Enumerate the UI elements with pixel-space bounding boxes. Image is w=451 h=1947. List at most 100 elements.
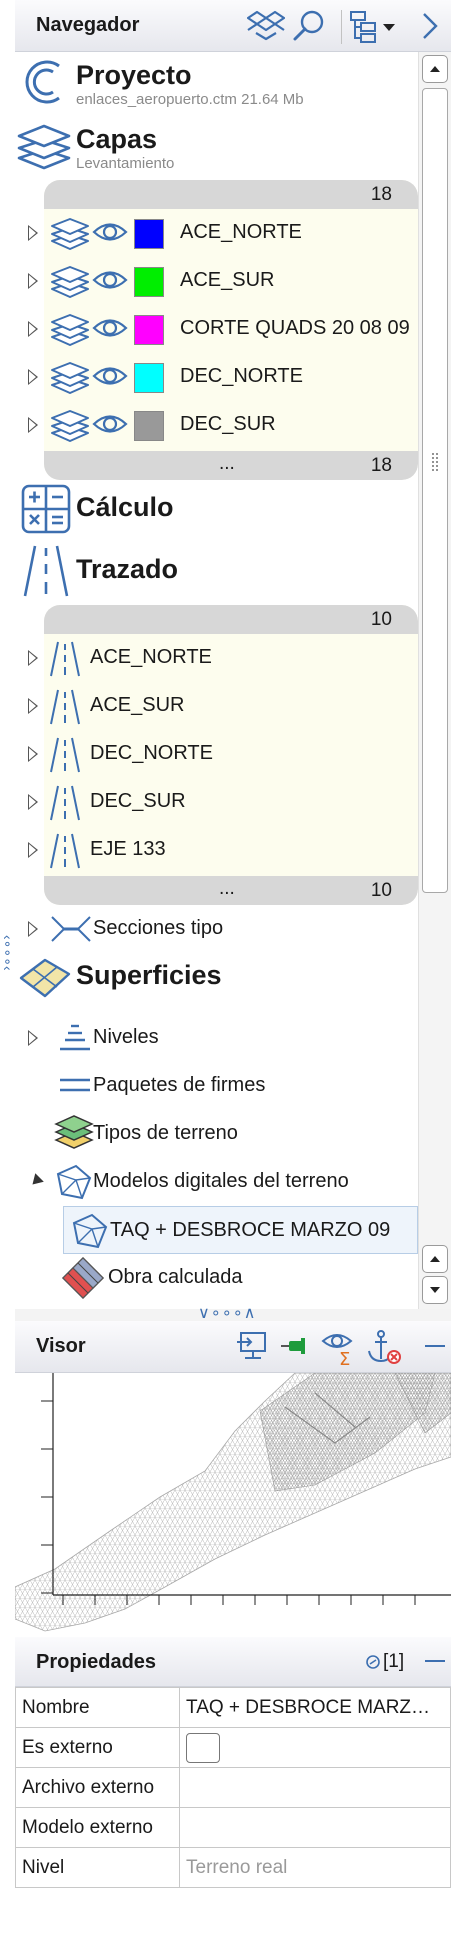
alignment-label: EJE 133 (90, 838, 166, 860)
eye-icon[interactable] (92, 267, 128, 298)
property-key: Es externo (15, 1727, 180, 1768)
anchor-icon[interactable] (365, 1329, 403, 1372)
eye-icon[interactable] (92, 363, 128, 394)
paquetes-firmes-node[interactable]: Paquetes de firmes (28, 1062, 418, 1110)
alignment-item[interactable]: DEC_SUR (28, 778, 418, 826)
dtm-icon (70, 1211, 110, 1256)
eye-icon[interactable] (92, 219, 128, 250)
trazado-count-top: 10 (370, 609, 392, 630)
road-icon (48, 640, 82, 683)
visibility-sum-icon[interactable]: Σ (321, 1329, 357, 1372)
is-external-checkbox[interactable] (186, 1732, 220, 1763)
modelos-terreno-node[interactable]: Modelos digitales del terreno (28, 1158, 418, 1206)
expand-icon[interactable] (28, 225, 38, 241)
layer-color-swatch[interactable] (134, 267, 164, 297)
layers-count-bar-bottom[interactable]: ... 18 (44, 451, 418, 480)
alignment-item[interactable]: ACE_SUR (28, 682, 418, 730)
expand-icon[interactable] (28, 842, 38, 858)
name-field[interactable]: TAQ + DESBROCE MARZO 09 (179, 1687, 451, 1728)
expand-icon[interactable] (28, 1030, 38, 1046)
tree-view-dropdown-icon[interactable] (349, 8, 405, 49)
splitter-handle-icon[interactable]: ∨∘∘∘∧ (198, 1303, 256, 1323)
computed-work-icon (61, 1256, 105, 1305)
expand-icon[interactable] (28, 321, 38, 337)
alignment-item[interactable]: ACE_NORTE (28, 634, 418, 682)
secciones-tipo-node[interactable]: Secciones tipo (28, 905, 418, 953)
pin-icon[interactable] (279, 1335, 313, 1364)
collapse-icon[interactable] (28, 1173, 44, 1189)
expand-icon[interactable] (28, 650, 38, 666)
level-field[interactable]: Terreno real (179, 1847, 451, 1888)
eye-icon[interactable] (92, 411, 128, 442)
header-separator (341, 10, 342, 44)
expand-icon[interactable] (28, 417, 38, 433)
external-model-field[interactable] (179, 1807, 451, 1848)
calculo-node[interactable]: Cálculo (15, 480, 418, 538)
properties-header: Propiedades [1] (15, 1637, 451, 1687)
tipos-terreno-node[interactable]: Tipos de terreno (28, 1110, 418, 1158)
layer-color-swatch[interactable] (134, 315, 164, 345)
layers-count-top: 18 (370, 184, 392, 205)
cross-section-icon (50, 913, 92, 950)
dropbox-icon[interactable] (246, 8, 286, 49)
minimize-icon[interactable] (425, 1345, 445, 1347)
dtm-item-selected[interactable]: TAQ + DESBROCE MARZO 09 (63, 1206, 418, 1254)
dtm-item-label: TAQ + DESBROCE MARZO 09 (110, 1219, 391, 1241)
project-node[interactable]: Proyecto enlaces_aeropuerto.ctm 21.64 Mb (15, 52, 418, 110)
expand-icon[interactable] (28, 746, 38, 762)
layer-stack-icon (50, 215, 90, 258)
superficies-node[interactable]: Superficies (15, 950, 418, 1008)
terrain-mesh-view[interactable] (15, 1373, 451, 1637)
collapse-left-handle[interactable]: ‹∘∘∘‹ (0, 935, 16, 971)
superficies-title: Superficies (76, 960, 222, 990)
chevron-right-icon[interactable] (418, 8, 442, 49)
secciones-tipo-label: Secciones tipo (93, 917, 224, 939)
property-key: Nombre (15, 1687, 180, 1728)
expand-icon[interactable] (28, 369, 38, 385)
trazado-node[interactable]: Trazado (15, 542, 418, 602)
expand-icon[interactable] (28, 698, 38, 714)
properties-grid: Nombre TAQ + DESBROCE MARZO 09 Es extern… (15, 1687, 451, 1888)
alignment-item[interactable]: EJE 133 (28, 826, 418, 874)
layers-more[interactable]: ... (219, 453, 235, 475)
scroll-up-button[interactable] (422, 55, 448, 83)
minimize-icon[interactable] (425, 1660, 445, 1662)
scroll-page-up-button[interactable] (422, 1245, 448, 1273)
search-icon[interactable] (291, 8, 327, 49)
niveles-label: Niveles (93, 1026, 159, 1048)
scroll-down-button[interactable] (422, 1276, 448, 1304)
layer-label: ACE_NORTE (180, 221, 302, 243)
layer-label: CORTE QUADS 20 08 09 (180, 317, 410, 339)
layer-color-swatch[interactable] (134, 219, 164, 249)
layer-color-swatch[interactable] (134, 363, 164, 393)
visor-header: Visor Σ (15, 1321, 451, 1373)
expand-icon[interactable] (28, 921, 38, 937)
alignment-label: DEC_SUR (90, 790, 186, 812)
property-row: Nombre TAQ + DESBROCE MARZO 09 (15, 1687, 451, 1728)
alignment-item[interactable]: DEC_NORTE (28, 730, 418, 778)
layer-item[interactable]: CORTE QUADS 20 08 09 (28, 305, 418, 353)
expand-icon[interactable] (28, 794, 38, 810)
panel-splitter[interactable]: ∨∘∘∘∧ (15, 1305, 451, 1322)
import-view-icon[interactable] (235, 1329, 269, 1368)
eye-icon[interactable] (92, 315, 128, 346)
layer-item[interactable]: DEC_SUR (28, 401, 418, 449)
road-icon (21, 544, 71, 603)
layers-list: 18 ... 18 ACE_NORTE ACE_SUR CORTE QUADS 2… (15, 180, 418, 480)
layer-item[interactable]: DEC_NORTE (28, 353, 418, 401)
layer-item[interactable]: ACE_NORTE (28, 209, 418, 257)
layer-color-swatch[interactable] (134, 411, 164, 441)
trazado-count-bar-bottom[interactable]: ... 10 (44, 876, 418, 905)
property-row: Modelo externo (15, 1807, 451, 1848)
trazado-more[interactable]: ... (219, 878, 235, 900)
scroll-thumb[interactable] (422, 88, 448, 893)
pavement-icon (58, 1076, 92, 1101)
expand-icon[interactable] (28, 273, 38, 289)
layers-node[interactable]: Capas Levantamiento (15, 118, 418, 178)
navigator-scrollbar[interactable] (418, 52, 451, 1309)
visor-viewport[interactable] (15, 1373, 451, 1637)
niveles-node[interactable]: Niveles (28, 1014, 418, 1062)
layer-item[interactable]: ACE_SUR (28, 257, 418, 305)
obra-calculada-node[interactable]: Obra calculada (28, 1254, 418, 1302)
external-file-field[interactable] (179, 1767, 451, 1808)
